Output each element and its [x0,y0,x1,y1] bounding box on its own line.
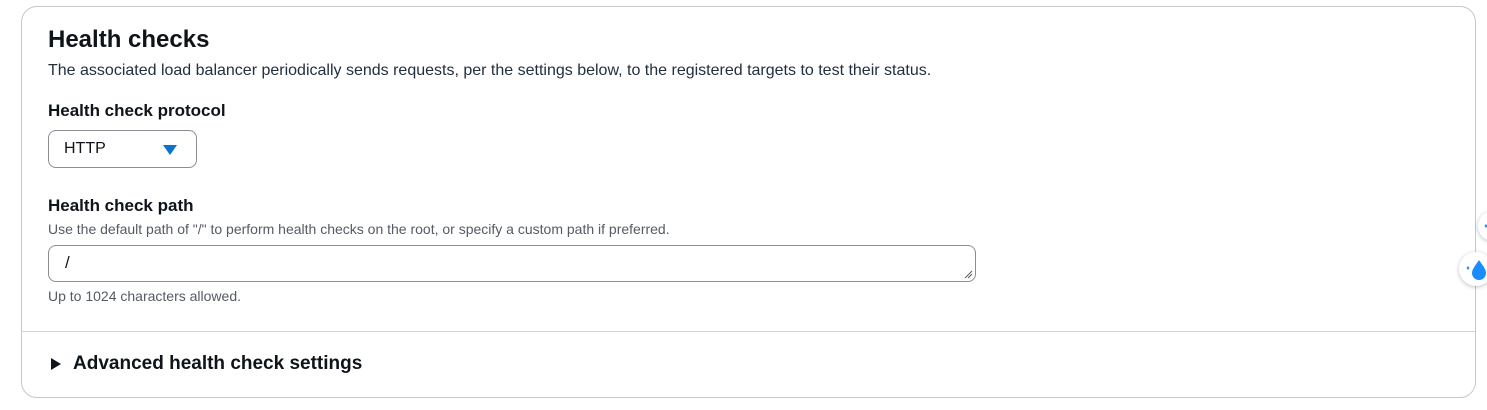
protocol-select[interactable]: HTTP [48,130,197,168]
section-description: The associated load balancer periodicall… [48,62,932,79]
sparkle-icon [1484,224,1487,228]
advanced-settings-expander[interactable]: Advanced health check settings [51,353,362,375]
drop-icon [1466,260,1486,280]
caret-down-icon [163,145,177,155]
sparkle-drop-icon[interactable] [1459,252,1487,286]
resize-handle-icon[interactable] [964,270,973,279]
path-label: Health check path [48,196,194,215]
health-checks-panel: Health checks The associated load balanc… [21,6,1476,398]
path-constraint-text: Up to 1024 characters allowed. [48,288,241,304]
advanced-settings-label: Advanced health check settings [73,353,363,374]
health-check-path-input[interactable]: / [48,245,976,282]
protocol-label: Health check protocol [48,101,226,120]
protocol-selected-value: HTTP [64,140,106,157]
section-title: Health checks [48,26,210,53]
path-help-text: Use the default path of "/" to perform h… [48,221,670,237]
caret-right-icon [51,358,61,370]
side-widget-top[interactable] [1478,211,1487,241]
section-divider [22,331,1475,332]
path-input-value: / [65,253,70,272]
